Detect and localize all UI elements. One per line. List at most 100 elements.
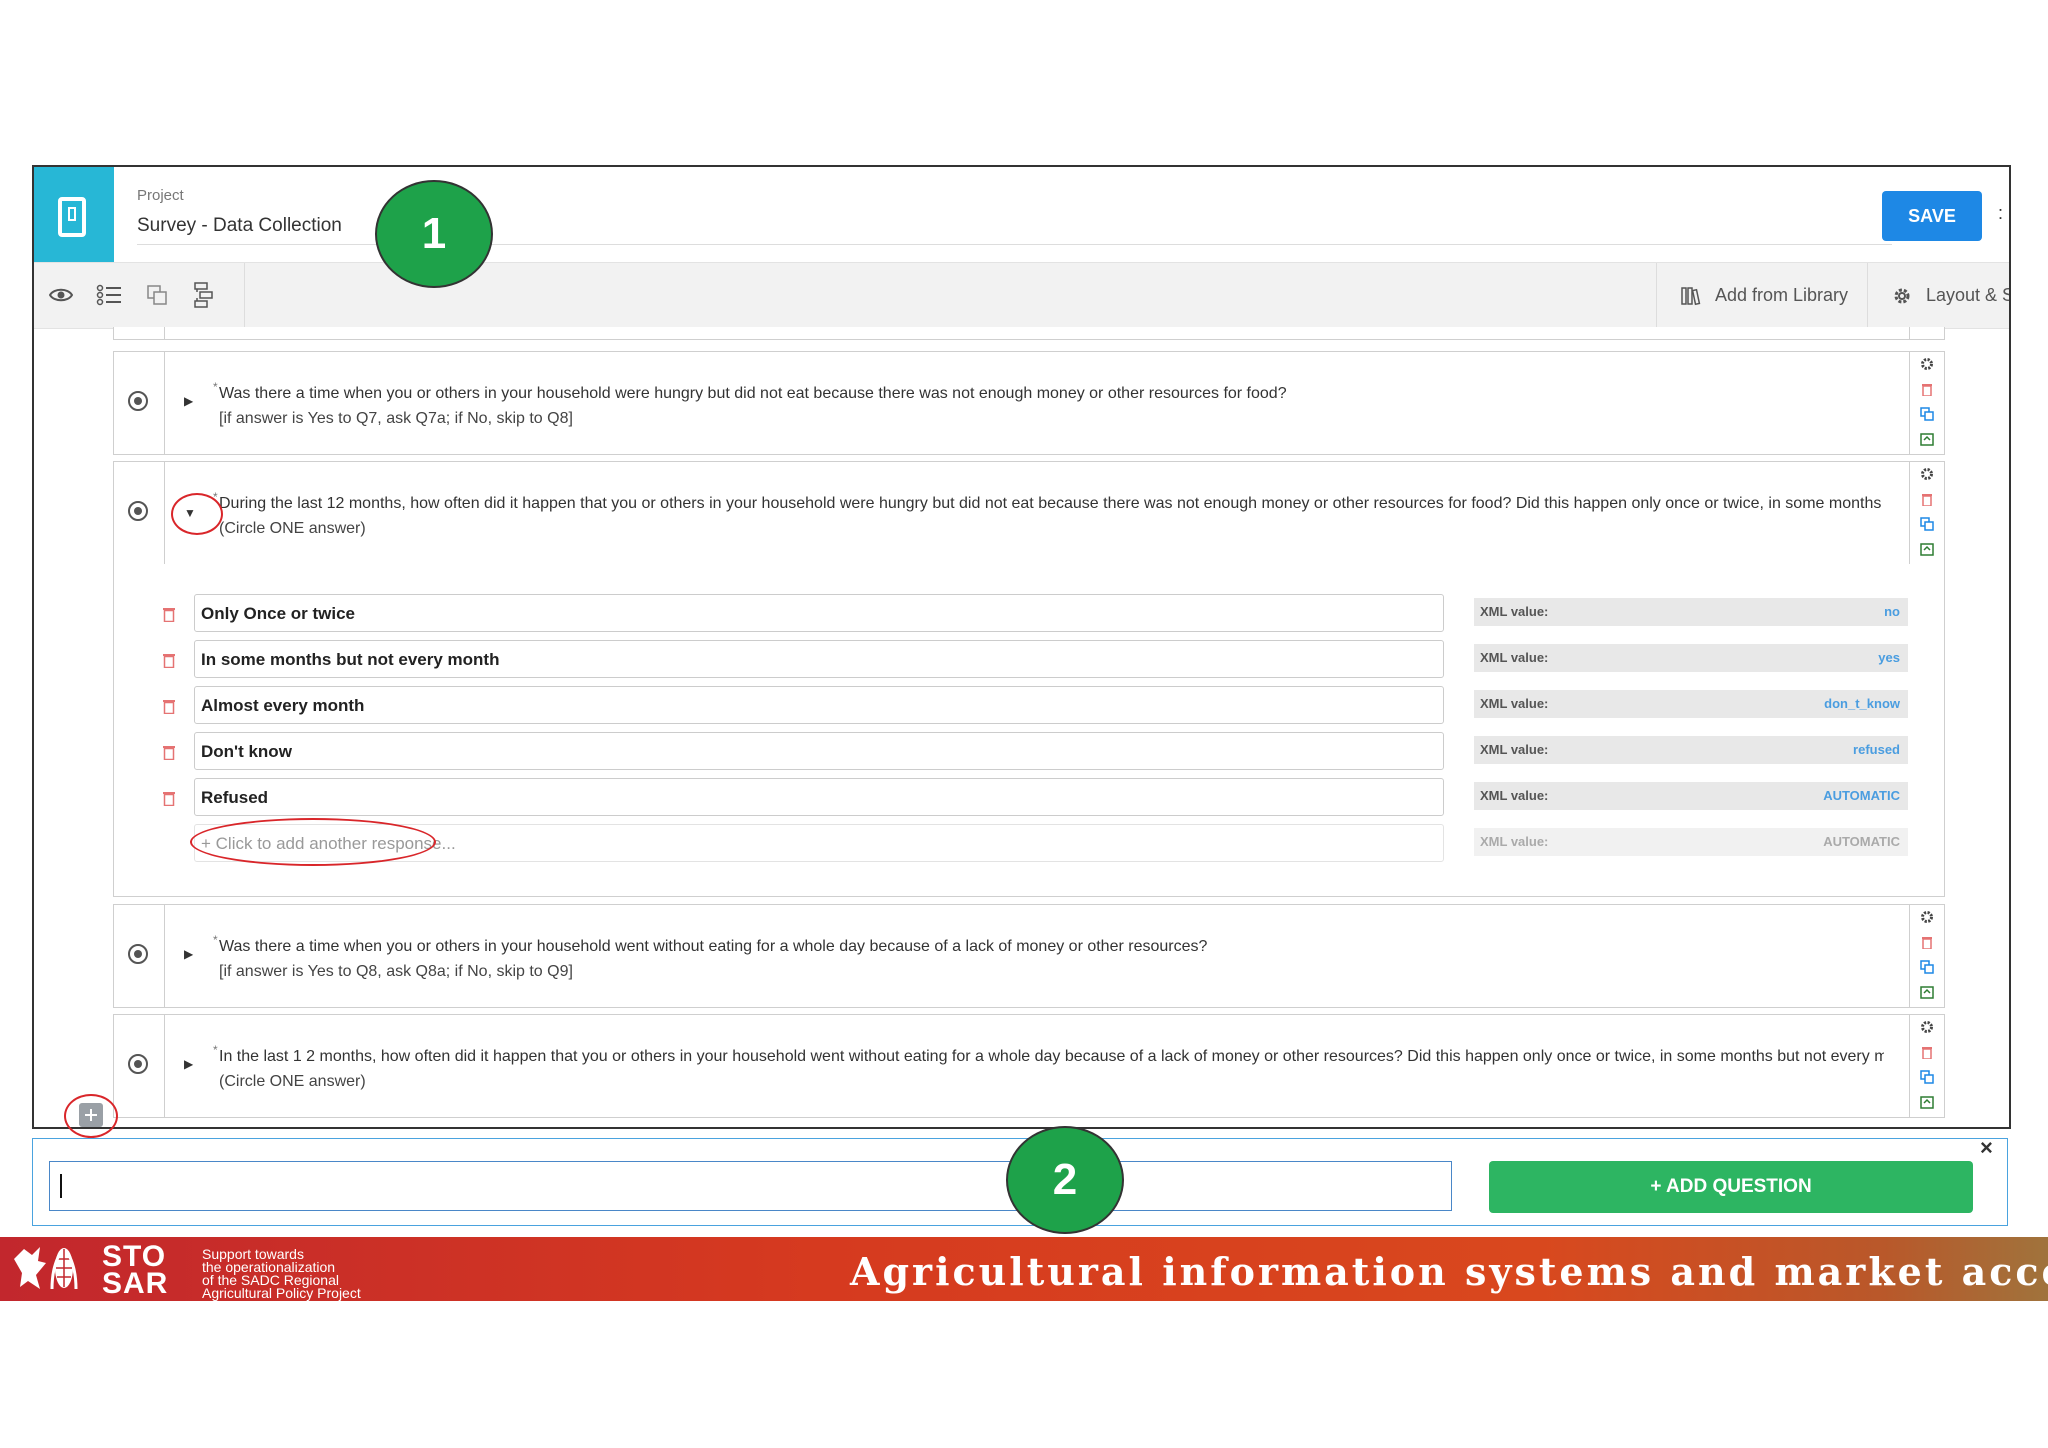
required-mark: *	[213, 933, 218, 947]
question-card-2[interactable]: ▼ * During the last 12 months, how often…	[113, 461, 1945, 565]
question-card-1[interactable]: ▶ * Was there a time when you or others …	[113, 351, 1945, 455]
xml-value: yes	[1878, 650, 1900, 665]
option-label-input[interactable]: Refused	[194, 778, 1444, 816]
caret-right-icon[interactable]: ▶	[184, 947, 193, 961]
copy-icon[interactable]	[144, 283, 170, 307]
gear-icon[interactable]	[1919, 466, 1935, 482]
highlight-oval-caret	[171, 493, 223, 535]
add-from-library-button[interactable]: Add from Library	[1656, 263, 1884, 328]
xml-value-label: XML value:	[1480, 604, 1549, 619]
builder-header: Project Survey - Data Collection SAVE :	[34, 167, 2009, 262]
library-icon	[1681, 286, 1701, 306]
xml-value-field[interactable]: XML value: no	[1474, 598, 1908, 626]
save-button[interactable]: SAVE	[1882, 191, 1982, 241]
stosar-wordmark: STO SAR	[102, 1240, 169, 1300]
xml-value-label: XML value:	[1480, 650, 1549, 665]
question-hint[interactable]: [if answer is Yes to Q7, ask Q7a; if No,…	[219, 410, 573, 428]
card-left-column	[114, 327, 165, 339]
settings-gear-icon	[1892, 286, 1912, 306]
question-card-4[interactable]: ▶ * In the last 1 2 months, how often di…	[113, 1014, 1945, 1118]
toolbar-icon-group	[34, 263, 245, 328]
xml-value-field[interactable]: XML value: don_t_know	[1474, 690, 1908, 718]
question-type-column	[114, 352, 165, 454]
preview-eye-icon[interactable]	[48, 283, 74, 307]
option-label-input[interactable]: Only Once or twice	[194, 594, 1444, 632]
question-name-input[interactable]	[49, 1161, 1452, 1211]
question-type-column	[114, 462, 165, 564]
form-type-logo	[34, 167, 114, 262]
option-row-2: In some months but not every month XML v…	[114, 640, 1944, 680]
footer-banner: STO SAR Support towards the operationali…	[0, 1237, 2048, 1301]
xml-value: AUTOMATIC	[1823, 834, 1900, 849]
caret-right-icon[interactable]: ▶	[184, 394, 193, 408]
gear-icon[interactable]	[1919, 1019, 1935, 1035]
xml-value-label: XML value:	[1480, 742, 1549, 757]
add-to-library-icon[interactable]	[1919, 1094, 1935, 1110]
trash-icon[interactable]	[1919, 1044, 1935, 1060]
duplicate-icon[interactable]	[1919, 1069, 1935, 1085]
xml-value-field[interactable]: XML value: yes	[1474, 644, 1908, 672]
trash-icon[interactable]	[162, 744, 176, 761]
question-type-column	[114, 1015, 165, 1117]
highlight-oval-add-response	[190, 818, 436, 866]
question-hint[interactable]: [if answer is Yes to Q8, ask Q8a; if No,…	[219, 963, 573, 981]
question-text[interactable]: In the last 1 2 months, how often did it…	[219, 1048, 1884, 1066]
wordmark-line-1: STO	[102, 1240, 167, 1273]
option-row-5: Refused XML value: AUTOMATIC	[114, 778, 1944, 818]
highlight-oval-add-button	[64, 1094, 118, 1138]
trash-icon[interactable]	[162, 606, 176, 623]
form-builder-window: Project Survey - Data Collection SAVE :	[32, 165, 2011, 1129]
xml-value: don_t_know	[1824, 696, 1900, 711]
more-options-icon[interactable]: :	[1998, 203, 2003, 224]
add-question-button[interactable]: + ADD QUESTION	[1489, 1161, 1973, 1213]
add-to-library-icon[interactable]	[1919, 984, 1935, 1000]
xml-value-label: XML value:	[1480, 696, 1549, 711]
xml-value: AUTOMATIC	[1823, 788, 1900, 803]
option-row-1: Only Once or twice XML value: no	[114, 594, 1944, 634]
add-to-library-icon[interactable]	[1919, 541, 1935, 557]
callout-badge-2: 2	[1006, 1126, 1124, 1234]
question-side-tools	[1909, 1015, 1944, 1117]
xml-value-label: XML value:	[1480, 834, 1549, 849]
option-label-input[interactable]: In some months but not every month	[194, 640, 1444, 678]
required-mark: *	[213, 1043, 218, 1057]
xml-value-field[interactable]: XML value: AUTOMATIC	[1474, 782, 1908, 810]
question-text[interactable]: Was there a time when you or others in y…	[219, 385, 1884, 403]
question-hint[interactable]: (Circle ONE answer)	[219, 520, 366, 538]
card-side-tools	[1909, 327, 1944, 339]
trash-icon[interactable]	[162, 698, 176, 715]
duplicate-icon[interactable]	[1919, 406, 1935, 422]
add-from-library-label: Add from Library	[1715, 285, 1849, 305]
xml-value-field[interactable]: XML value: refused	[1474, 736, 1908, 764]
question-text[interactable]: Was there a time when you or others in y…	[219, 938, 1884, 956]
caret-right-icon[interactable]: ▶	[184, 1057, 193, 1071]
callout-badge-1: 1	[375, 180, 493, 288]
question-side-tools	[1909, 462, 1944, 564]
trash-icon[interactable]	[1919, 491, 1935, 507]
required-mark: *	[213, 380, 218, 394]
trash-icon[interactable]	[162, 790, 176, 807]
gear-icon[interactable]	[1919, 909, 1935, 925]
close-icon[interactable]: ×	[1980, 1135, 1993, 1161]
layout-settings-label: Layout & Settings	[1926, 285, 2009, 305]
gear-icon[interactable]	[1919, 356, 1935, 372]
duplicate-icon[interactable]	[1919, 959, 1935, 975]
wordmark-line-2: SAR	[102, 1267, 169, 1300]
question-list-icon[interactable]	[96, 283, 122, 307]
trash-icon[interactable]	[162, 652, 176, 669]
question-hint[interactable]: (Circle ONE answer)	[219, 1073, 366, 1091]
add-to-library-icon[interactable]	[1919, 431, 1935, 447]
xml-value: refused	[1853, 742, 1900, 757]
trash-icon[interactable]	[1919, 934, 1935, 950]
question-card-3[interactable]: ▶ * Was there a time when you or others …	[113, 904, 1945, 1008]
option-label-input[interactable]: Almost every month	[194, 686, 1444, 724]
question-text[interactable]: During the last 12 months, how often did…	[219, 495, 1884, 513]
option-row-4: Don't know XML value: refused	[114, 732, 1944, 772]
duplicate-icon[interactable]	[1919, 516, 1935, 532]
layout-settings-button[interactable]: Layout & Settings	[1867, 263, 2009, 328]
branching-icon[interactable]	[191, 282, 217, 308]
project-name-field[interactable]: Survey - Data Collection	[137, 215, 342, 237]
banner-title: Agricultural information systems and mar…	[850, 1249, 2048, 1294]
option-label-input[interactable]: Don't know	[194, 732, 1444, 770]
trash-icon[interactable]	[1919, 381, 1935, 397]
